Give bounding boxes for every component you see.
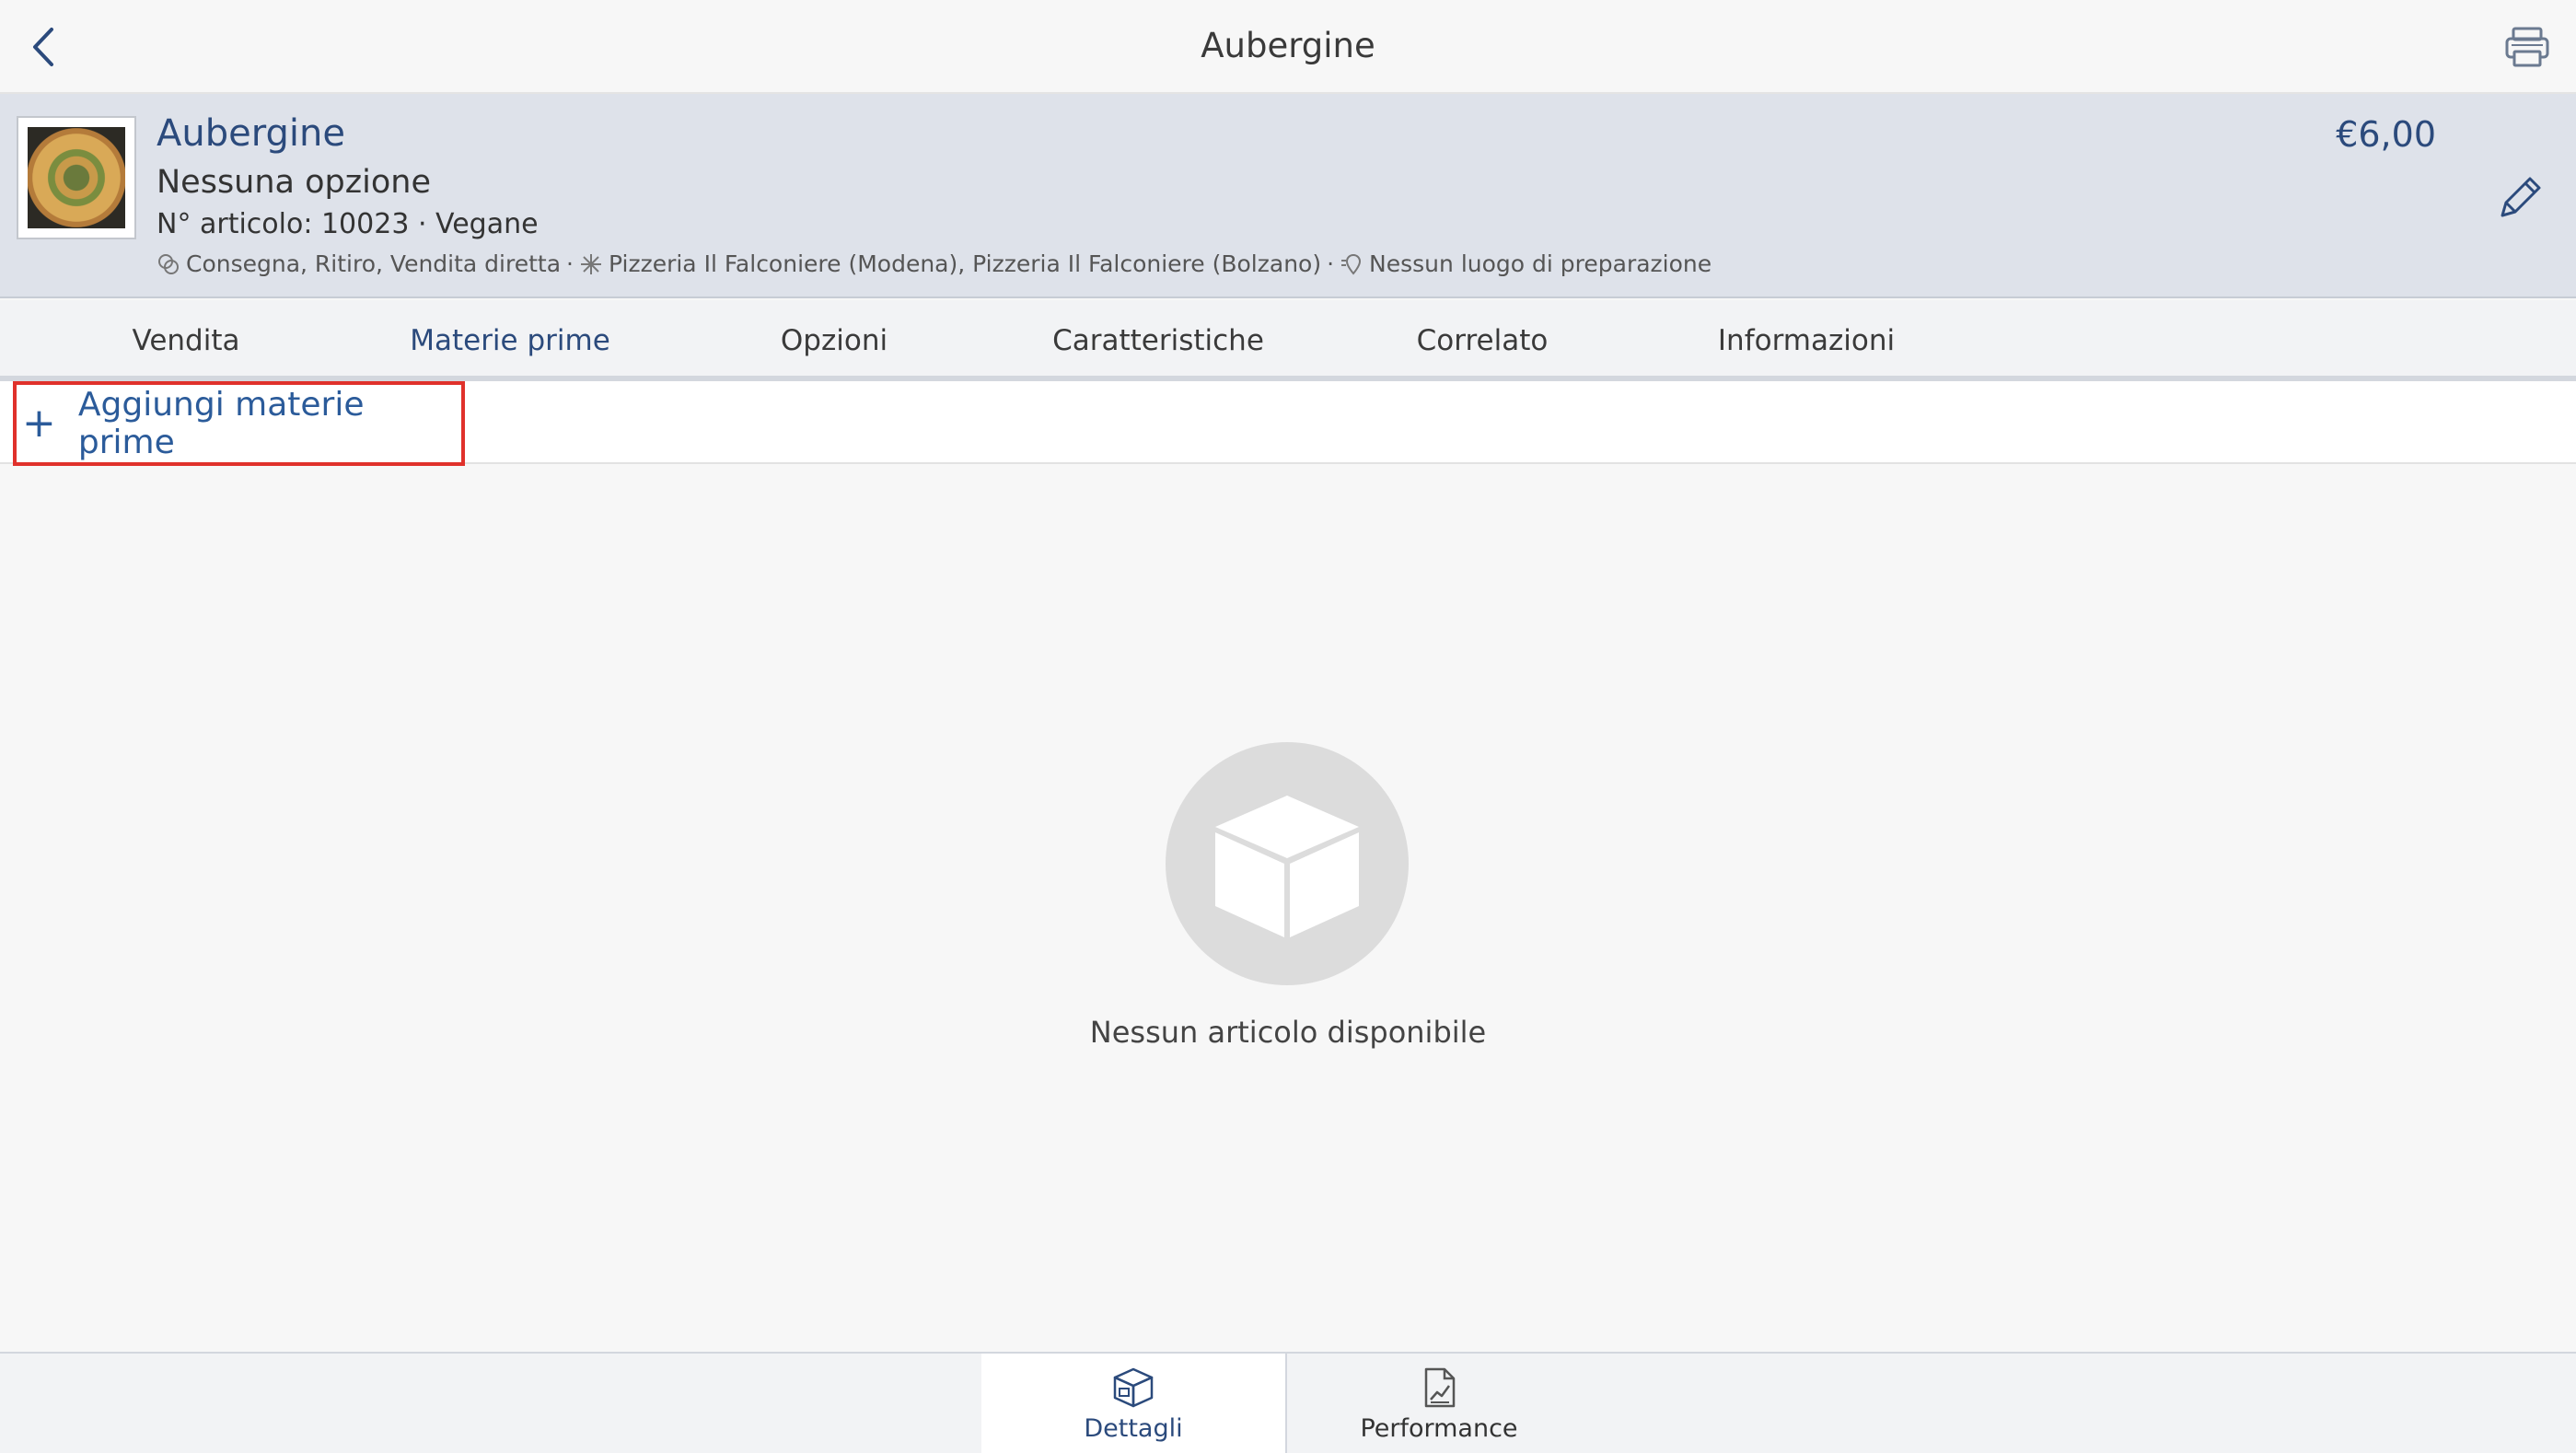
item-thumbnail xyxy=(17,116,136,239)
item-name: Aubergine xyxy=(157,112,345,155)
tab-vendita[interactable]: Vendita xyxy=(24,300,348,381)
add-row: + Aggiungi materie prime xyxy=(0,381,2576,466)
item-price: €6,00 xyxy=(2336,114,2436,155)
locations-icon xyxy=(580,253,601,274)
separator: · xyxy=(566,250,574,277)
channels-text: Consegna, Ritiro, Vendita diretta xyxy=(186,250,562,277)
item-header: Aubergine Nessuna opzione N° articolo: 1… xyxy=(0,94,2576,298)
bottom-tab-performance[interactable]: Performance xyxy=(1287,1354,1591,1453)
tab-opzioni[interactable]: Opzioni xyxy=(672,300,996,381)
tab-materie-prime[interactable]: Materie prime xyxy=(348,300,672,387)
pizza-image xyxy=(28,127,125,228)
page-title: Aubergine xyxy=(1201,26,1375,65)
package-icon xyxy=(1113,1367,1154,1407)
box-icon xyxy=(1166,742,1409,985)
plus-icon: + xyxy=(22,400,56,447)
separator: · xyxy=(1327,250,1335,277)
tab-informazioni[interactable]: Informazioni xyxy=(1644,300,1968,381)
edit-button[interactable] xyxy=(2493,171,2547,225)
add-raw-materials-label: Aggiungi materie prime xyxy=(77,386,365,461)
channels-icon xyxy=(158,253,179,274)
add-raw-materials-button[interactable]: + Aggiungi materie prime xyxy=(13,381,465,466)
locations-text: Pizzeria Il Falconiere (Modena), Pizzeri… xyxy=(608,250,1322,277)
printer-icon xyxy=(2505,27,2549,67)
bottom-tab-details[interactable]: Dettagli xyxy=(981,1354,1285,1453)
prep-location-icon xyxy=(1341,253,1362,275)
chart-document-icon xyxy=(1424,1367,1456,1407)
tab-bar: Vendita Materie prime Opzioni Caratteris… xyxy=(0,300,2576,387)
printer-button[interactable] xyxy=(2504,26,2550,68)
tab-caratteristiche[interactable]: Caratteristiche xyxy=(996,300,1320,381)
bottom-tab-bar: Dettagli Performance xyxy=(0,1352,2576,1453)
cube-graphic xyxy=(1215,796,1359,937)
item-flags: Consegna, Ritiro, Vendita diretta · Pizz… xyxy=(157,250,1712,277)
prep-text: Nessun luogo di preparazione xyxy=(1369,250,1712,277)
tab-correlato[interactable]: Correlato xyxy=(1320,300,1644,381)
pencil-icon xyxy=(2501,177,2541,217)
item-option: Nessuna opzione xyxy=(157,164,431,201)
bottom-tab-details-label: Dettagli xyxy=(1084,1413,1183,1443)
empty-state-text: Nessun articolo disponibile xyxy=(1089,1015,1487,1050)
item-meta: N° articolo: 10023 · Vegane xyxy=(157,208,539,240)
bottom-tab-performance-label: Performance xyxy=(1360,1413,1518,1443)
top-bar: Aubergine xyxy=(0,0,2576,94)
